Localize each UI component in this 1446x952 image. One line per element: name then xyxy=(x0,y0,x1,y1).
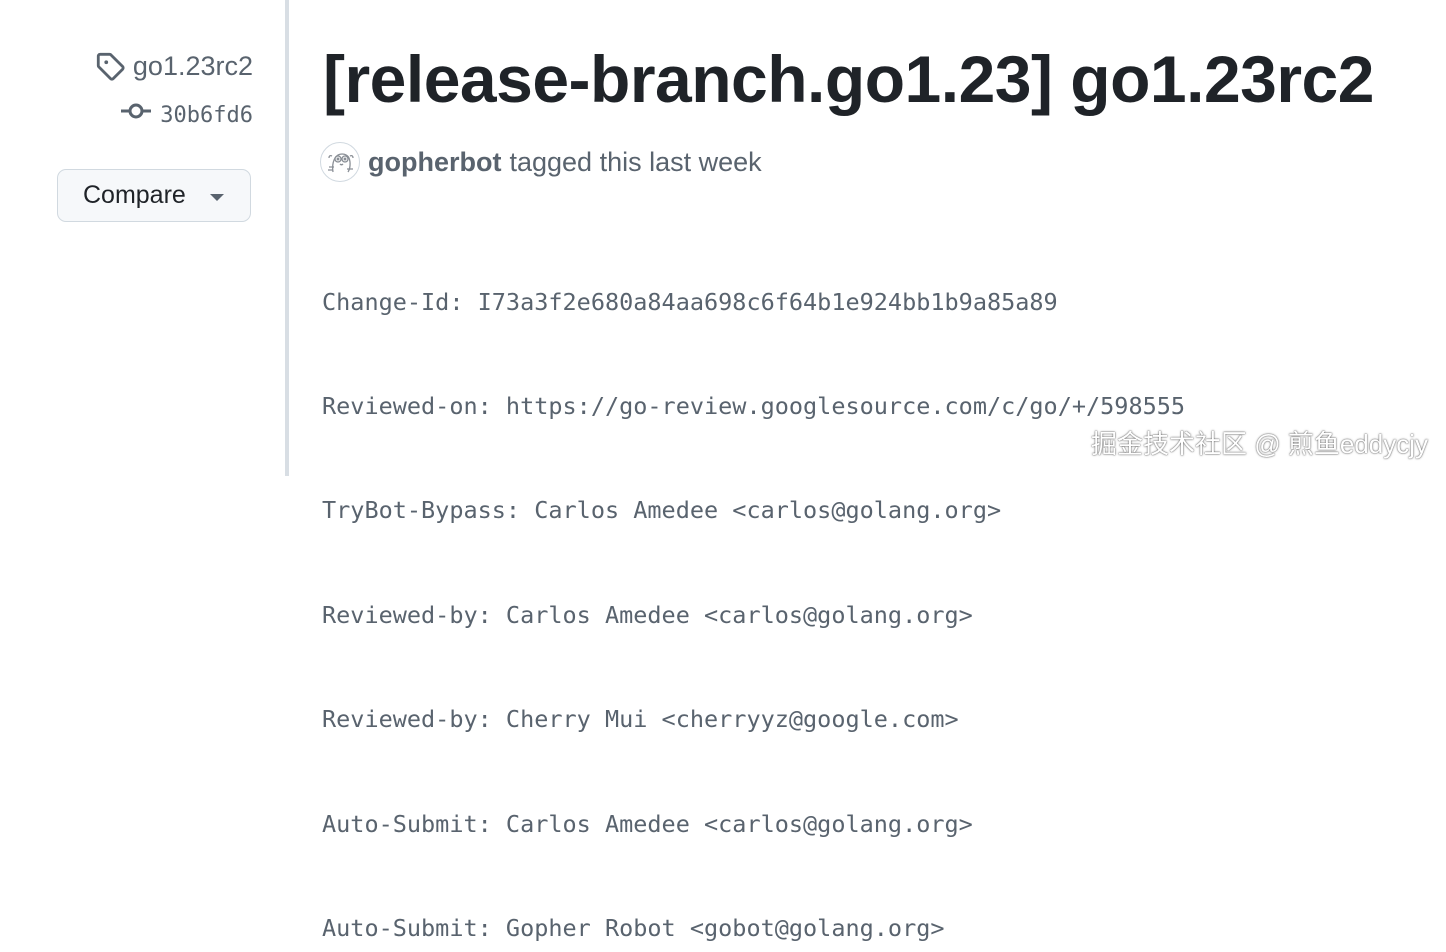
message-line: Reviewed-by: Carlos Amedee <carlos@golan… xyxy=(322,600,973,629)
release-message: Change-Id: I73a3f2e680a84aa698c6f64b1e92… xyxy=(322,215,1185,952)
author-link[interactable]: gopherbot xyxy=(368,140,501,184)
message-line: Change-Id: I73a3f2e680a84aa698c6f64b1e92… xyxy=(322,287,1058,316)
git-commit-icon xyxy=(120,98,152,134)
byline-text: tagged this last week xyxy=(509,147,762,177)
commit-link[interactable]: 30b6fd6 xyxy=(120,98,253,134)
watermark: 掘金技术社区 @ 煎鱼eddycjy xyxy=(1091,429,1428,459)
commit-sha: 30b6fd6 xyxy=(160,103,253,128)
release-sidebar: go1.23rc2 30b6fd6 Compare xyxy=(0,0,285,476)
release-title[interactable]: [release-branch.go1.23] go1.23rc2 xyxy=(323,34,1374,124)
triangle-down-icon xyxy=(210,194,224,201)
message-line: Reviewed-on: https://go-review.googlesou… xyxy=(322,391,1186,420)
compare-button[interactable]: Compare xyxy=(57,169,251,222)
release-byline: gopherbot tagged this last week xyxy=(320,140,762,184)
message-line: Auto-Submit: Carlos Amedee <carlos@golan… xyxy=(322,809,973,838)
gopher-avatar[interactable] xyxy=(320,142,360,182)
message-line: TryBot-Bypass: Carlos Amedee <carlos@gol… xyxy=(322,496,1002,525)
compare-button-label: Compare xyxy=(83,181,186,209)
message-line: Reviewed-by: Cherry Mui <cherryyz@google… xyxy=(322,705,959,734)
tag-name: go1.23rc2 xyxy=(132,51,253,81)
tag-icon xyxy=(95,51,125,81)
tag-link[interactable]: go1.23rc2 xyxy=(95,46,253,86)
message-line: Auto-Submit: Gopher Robot <gobot@golang.… xyxy=(322,913,945,942)
sidebar-divider xyxy=(285,0,289,476)
